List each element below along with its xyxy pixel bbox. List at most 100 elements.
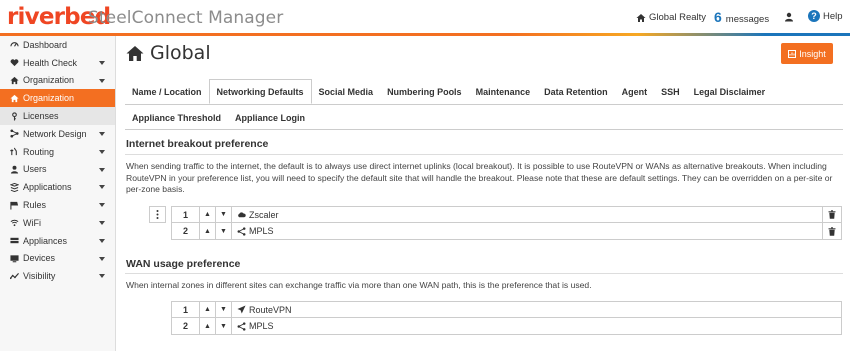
sidebar-item-routing[interactable]: Routing xyxy=(0,143,115,161)
sidebar-item-appliances[interactable]: Appliances xyxy=(0,232,115,250)
page-title-text: Global xyxy=(150,42,211,64)
trash-icon xyxy=(828,210,836,219)
move-down-button[interactable]: ▼ xyxy=(216,223,232,239)
wan-description: When internal zones in different sites c… xyxy=(126,280,592,290)
sidebar-item-label: Dashboard xyxy=(23,39,68,50)
chevron-down-icon xyxy=(99,167,105,172)
sidebar-item-label: WiFi xyxy=(23,217,41,228)
breakout-description: When sending traffic to the internet, th… xyxy=(126,161,833,194)
move-up-button[interactable]: ▲ xyxy=(200,318,216,334)
sidebar: Dashboard Health Check Organization Orga… xyxy=(0,36,116,351)
sidebar-item-visibility[interactable]: Visibility xyxy=(0,267,115,285)
sidebar-item-organization[interactable]: Organization xyxy=(0,89,115,108)
sidebar-item-label: Licenses xyxy=(23,111,59,122)
move-down-button[interactable]: ▼ xyxy=(216,318,232,334)
row-actions-menu[interactable] xyxy=(149,206,166,223)
chevron-down-icon xyxy=(99,203,105,208)
sidebar-item-label: Organization xyxy=(23,93,75,104)
insight-button[interactable]: Insight xyxy=(781,43,833,64)
messages-count: 6 xyxy=(714,9,722,25)
tab-row-2: Appliance Threshold Appliance Login xyxy=(125,105,843,131)
messages-label: messages xyxy=(725,14,770,25)
uplink-label: MPLS xyxy=(249,226,274,236)
delete-button[interactable] xyxy=(823,223,841,239)
sidebar-item-label: Rules xyxy=(23,200,47,211)
tab-numbering-pools[interactable]: Numbering Pools xyxy=(380,79,469,104)
chevron-down-icon xyxy=(99,238,105,243)
send-icon xyxy=(237,305,246,314)
dashboard-icon xyxy=(9,40,19,50)
top-header: riverbed SteelConnect Manager Global Rea… xyxy=(0,0,850,36)
move-up-button[interactable]: ▲ xyxy=(200,302,216,317)
tab-maintenance[interactable]: Maintenance xyxy=(469,79,538,104)
sidebar-item-users[interactable]: Users xyxy=(0,161,115,179)
wan-preference-list: 1 ▲ ▼ RouteVPN 2 ▲ ▼ MPLS xyxy=(171,301,842,335)
devices-icon xyxy=(9,253,19,263)
uplink-label: Zscaler xyxy=(249,209,279,220)
tab-appliance-threshold[interactable]: Appliance Threshold xyxy=(125,105,228,131)
chevron-down-icon xyxy=(99,78,105,83)
uplink-name: Zscaler xyxy=(232,207,823,222)
sidebar-item-label: Organization xyxy=(23,75,75,86)
chevron-down-icon xyxy=(99,149,105,154)
sidebar-item-health-check[interactable]: Health Check xyxy=(0,54,115,72)
help-link[interactable]: ? Help xyxy=(808,10,843,22)
tab-legal-disclaimer[interactable]: Legal Disclaimer xyxy=(687,79,773,104)
main-content: Global Insight Name / Location Networkin… xyxy=(117,36,850,351)
routing-icon xyxy=(9,147,19,157)
tab-data-retention[interactable]: Data Retention xyxy=(537,79,615,104)
tab-agent[interactable]: Agent xyxy=(615,79,655,104)
breakout-title: Internet breakout preference xyxy=(126,138,269,150)
breakout-preference-list: 1 ▲ ▼ Zscaler 2 ▲ ▼ MPLS xyxy=(171,206,842,240)
share-icon xyxy=(237,321,246,331)
sidebar-item-network-design[interactable]: Network Design xyxy=(0,125,115,143)
delete-button[interactable] xyxy=(823,207,841,222)
sidebar-item-organization-group[interactable]: Organization xyxy=(0,72,115,90)
wan-title: WAN usage preference xyxy=(126,258,241,270)
network-icon xyxy=(9,129,19,139)
move-up-button[interactable]: ▲ xyxy=(200,223,216,239)
priority-number: 1 xyxy=(172,207,200,222)
sidebar-item-devices[interactable]: Devices xyxy=(0,250,115,268)
priority-number: 2 xyxy=(172,223,200,239)
move-up-button[interactable]: ▲ xyxy=(200,207,216,222)
move-down-button[interactable]: ▼ xyxy=(216,302,232,317)
move-down-button[interactable]: ▼ xyxy=(216,207,232,222)
sidebar-item-label: Applications xyxy=(23,182,72,193)
tab-name-location[interactable]: Name / Location xyxy=(125,79,209,104)
sidebar-item-wifi[interactable]: WiFi xyxy=(0,214,115,232)
org-selector[interactable]: Global Realty xyxy=(636,12,706,23)
sidebar-item-label: Appliances xyxy=(23,235,68,246)
trash-icon xyxy=(828,226,836,236)
settings-tabs: Name / Location Networking Defaults Soci… xyxy=(125,79,843,131)
wifi-icon xyxy=(9,218,19,228)
sidebar-item-label: Health Check xyxy=(23,57,78,68)
share-icon xyxy=(237,226,246,236)
sidebar-item-dashboard[interactable]: Dashboard xyxy=(0,36,115,54)
tabs-divider xyxy=(125,129,843,130)
sidebar-item-applications[interactable]: Applications xyxy=(0,178,115,196)
wan-label: RouteVPN xyxy=(249,304,292,315)
sidebar-item-rules[interactable]: Rules xyxy=(0,196,115,214)
sidebar-item-label: Routing xyxy=(23,146,55,157)
sidebar-item-label: Visibility xyxy=(23,271,56,282)
list-item: 1 ▲ ▼ Zscaler xyxy=(171,206,842,223)
sidebar-item-licenses[interactable]: Licenses xyxy=(0,107,115,125)
insight-icon xyxy=(788,49,797,58)
sidebar-item-label: Users xyxy=(23,164,47,175)
user-icon xyxy=(9,164,19,174)
tab-ssh[interactable]: SSH xyxy=(654,79,687,104)
chevron-down-icon xyxy=(99,131,105,136)
chevron-down-icon xyxy=(99,220,105,225)
tab-networking-defaults[interactable]: Networking Defaults xyxy=(208,79,312,104)
messages-link[interactable]: 6 messages xyxy=(714,9,769,25)
priority-number: 1 xyxy=(172,302,200,317)
heart-icon xyxy=(9,58,19,68)
rules-icon xyxy=(9,200,19,210)
wan-name: RouteVPN xyxy=(232,302,841,317)
visibility-icon xyxy=(9,271,19,281)
user-icon[interactable] xyxy=(784,12,794,22)
list-item: 1 ▲ ▼ RouteVPN xyxy=(171,301,842,318)
tab-social-media[interactable]: Social Media xyxy=(312,79,381,104)
tab-appliance-login[interactable]: Appliance Login xyxy=(228,105,312,131)
